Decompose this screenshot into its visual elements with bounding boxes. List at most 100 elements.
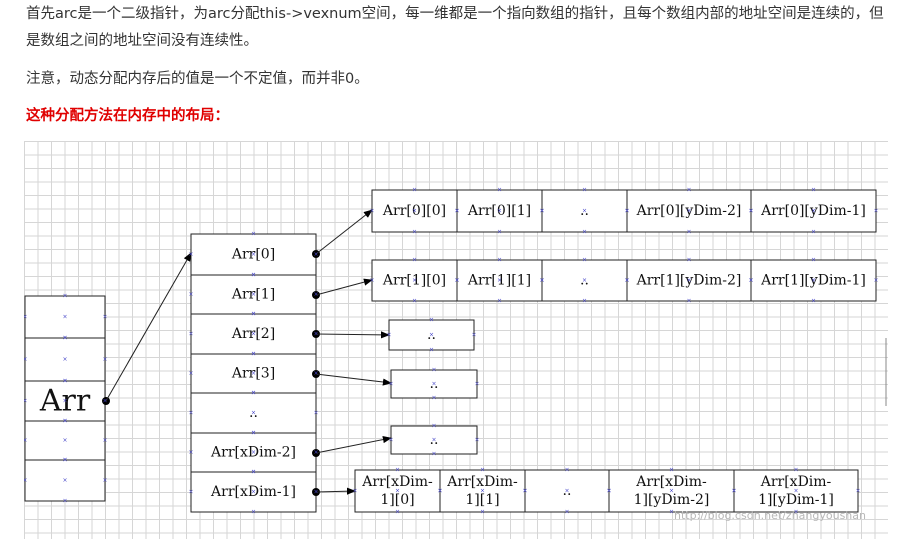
selection-handle-mark: × — [251, 370, 256, 377]
selection-handle-mark: × — [437, 488, 442, 495]
selection-handle-mark: × — [313, 251, 318, 258]
selection-handle-mark: × — [497, 277, 502, 284]
selection-handle-mark: × — [686, 277, 691, 284]
selection-handle-mark: × — [873, 208, 878, 215]
selection-handle-mark: × — [102, 356, 107, 363]
selection-handle-mark: × — [624, 277, 629, 284]
selection-handle-mark: × — [686, 229, 691, 236]
selection-handle-mark: × — [188, 251, 193, 258]
selection-handle-mark: × — [313, 449, 318, 456]
selection-handle-mark: × — [855, 488, 860, 495]
selection-handle-mark: × — [474, 437, 479, 444]
selection-handle-mark: × — [188, 410, 193, 417]
pointer-to-row-last-arrow — [315, 487, 356, 495]
selection-handle-mark: × — [564, 488, 569, 495]
selection-handle-mark: × — [102, 398, 107, 405]
selection-handle-mark: × — [431, 395, 436, 402]
selection-handle-mark: × — [811, 208, 816, 215]
selection-handle-mark: × — [431, 423, 436, 430]
selection-handle-mark: × — [793, 488, 798, 495]
selection-handle-mark: × — [188, 331, 193, 338]
selection-handle-mark: × — [388, 437, 393, 444]
selection-handle-mark: × — [369, 277, 374, 284]
selection-handle-mark: × — [811, 298, 816, 305]
pointer-to-row1-arrow — [315, 278, 373, 296]
selection-handle-mark: × — [582, 277, 587, 284]
selection-handle-mark: × — [793, 467, 798, 474]
selection-handle-mark: × — [480, 467, 485, 474]
selection-handle-mark: × — [454, 208, 459, 215]
selection-handle-mark: × — [431, 381, 436, 388]
selection-handle-mark: × — [62, 378, 67, 385]
selection-handle-mark: × — [454, 277, 459, 284]
selection-handle-mark: × — [471, 332, 476, 339]
pointer-to-row-xdim-2-arrow — [315, 436, 392, 454]
selection-handle-mark: × — [369, 208, 374, 215]
selection-handle-mark: × — [686, 187, 691, 194]
selection-handle-mark: × — [251, 272, 256, 279]
selection-handle-mark: × — [748, 277, 753, 284]
selection-handle-mark: × — [582, 187, 587, 194]
selection-handle-mark: × — [251, 251, 256, 258]
selection-handle-mark: × — [480, 509, 485, 516]
selection-handle-mark: × — [102, 314, 107, 321]
selection-handle-mark: × — [102, 477, 107, 484]
selection-handle-mark: × — [188, 370, 193, 377]
section-heading: 这种分配方法在内存中的布局： — [26, 108, 229, 124]
selection-handle-mark: × — [62, 314, 67, 321]
selection-handle-mark: × — [251, 449, 256, 456]
page: 首先arc是一个二级指针，为arc分配this->vexnum空间，每一维都是一… — [0, 0, 904, 539]
selection-handle-mark: × — [62, 356, 67, 363]
selection-handle-mark: × — [188, 449, 193, 456]
selection-handle-mark: × — [395, 467, 400, 474]
selection-handle-mark: × — [62, 457, 67, 464]
selection-handle-mark: × — [62, 437, 67, 444]
selection-handle-mark: × — [412, 257, 417, 264]
selection-handle-mark: × — [251, 469, 256, 476]
watermark-text: http://blog.csdn.net/zhangyoushan — [674, 509, 866, 522]
selection-handle-mark: × — [429, 332, 434, 339]
selection-handle-mark: × — [686, 298, 691, 305]
selection-handle-mark: × — [24, 356, 28, 363]
selection-handle-mark: × — [313, 489, 318, 496]
selection-handle-mark: × — [564, 467, 569, 474]
intro-paragraph: 首先arc是一个二级指针，为arc分配this->vexnum空间，每一维都是一… — [26, 6, 884, 49]
selection-handle-mark: × — [62, 335, 67, 342]
arr-to-pointer-array-arrow — [105, 252, 192, 402]
selection-handle-mark: × — [431, 437, 436, 444]
selection-handle-mark: × — [811, 257, 816, 264]
pointer-to-row3-arrow — [315, 373, 392, 386]
selection-handle-mark: × — [102, 437, 107, 444]
selection-handle-mark: × — [251, 311, 256, 318]
selection-handle-mark: × — [582, 257, 587, 264]
note-paragraph: 注意，动态分配内存后的值是一个不定值，而并非0。 — [26, 71, 369, 87]
selection-handle-mark: × — [429, 317, 434, 324]
selection-handle-mark: × — [313, 410, 318, 417]
selection-handle-mark: × — [251, 489, 256, 496]
selection-handle-mark: × — [582, 208, 587, 215]
selection-handle-mark: × — [313, 331, 318, 338]
selection-handle-mark: × — [24, 398, 28, 405]
selection-handle-mark: × — [251, 231, 256, 238]
selection-handle-mark: × — [748, 208, 753, 215]
selection-handle-mark: × — [811, 277, 816, 284]
selection-handle-mark: × — [188, 489, 193, 496]
selection-handle-mark: × — [352, 488, 357, 495]
selection-handle-mark: × — [62, 418, 67, 425]
selection-handle-mark: × — [811, 229, 816, 236]
selection-handle-mark: × — [669, 488, 674, 495]
selection-handle-mark: × — [388, 381, 393, 388]
pointer-to-row0-arrow — [315, 209, 373, 255]
selection-handle-mark: × — [539, 277, 544, 284]
memory-layout-diagram: Arr Arr[0] Arr[1] Arr[2] Arr[3].. Arr[xDim-2]… — [24, 141, 888, 539]
selection-handle-mark: × — [669, 509, 674, 516]
selection-handle-mark: × — [669, 467, 674, 474]
selection-handle-mark: × — [62, 398, 67, 405]
selection-handle-mark: × — [497, 187, 502, 194]
selection-handle-mark: × — [395, 488, 400, 495]
selection-handle-mark: × — [251, 509, 256, 516]
selection-handle-mark: × — [24, 477, 28, 484]
selection-handle-mark: × — [412, 229, 417, 236]
selection-handle-mark: × — [731, 488, 736, 495]
selection-handle-mark: × — [497, 208, 502, 215]
